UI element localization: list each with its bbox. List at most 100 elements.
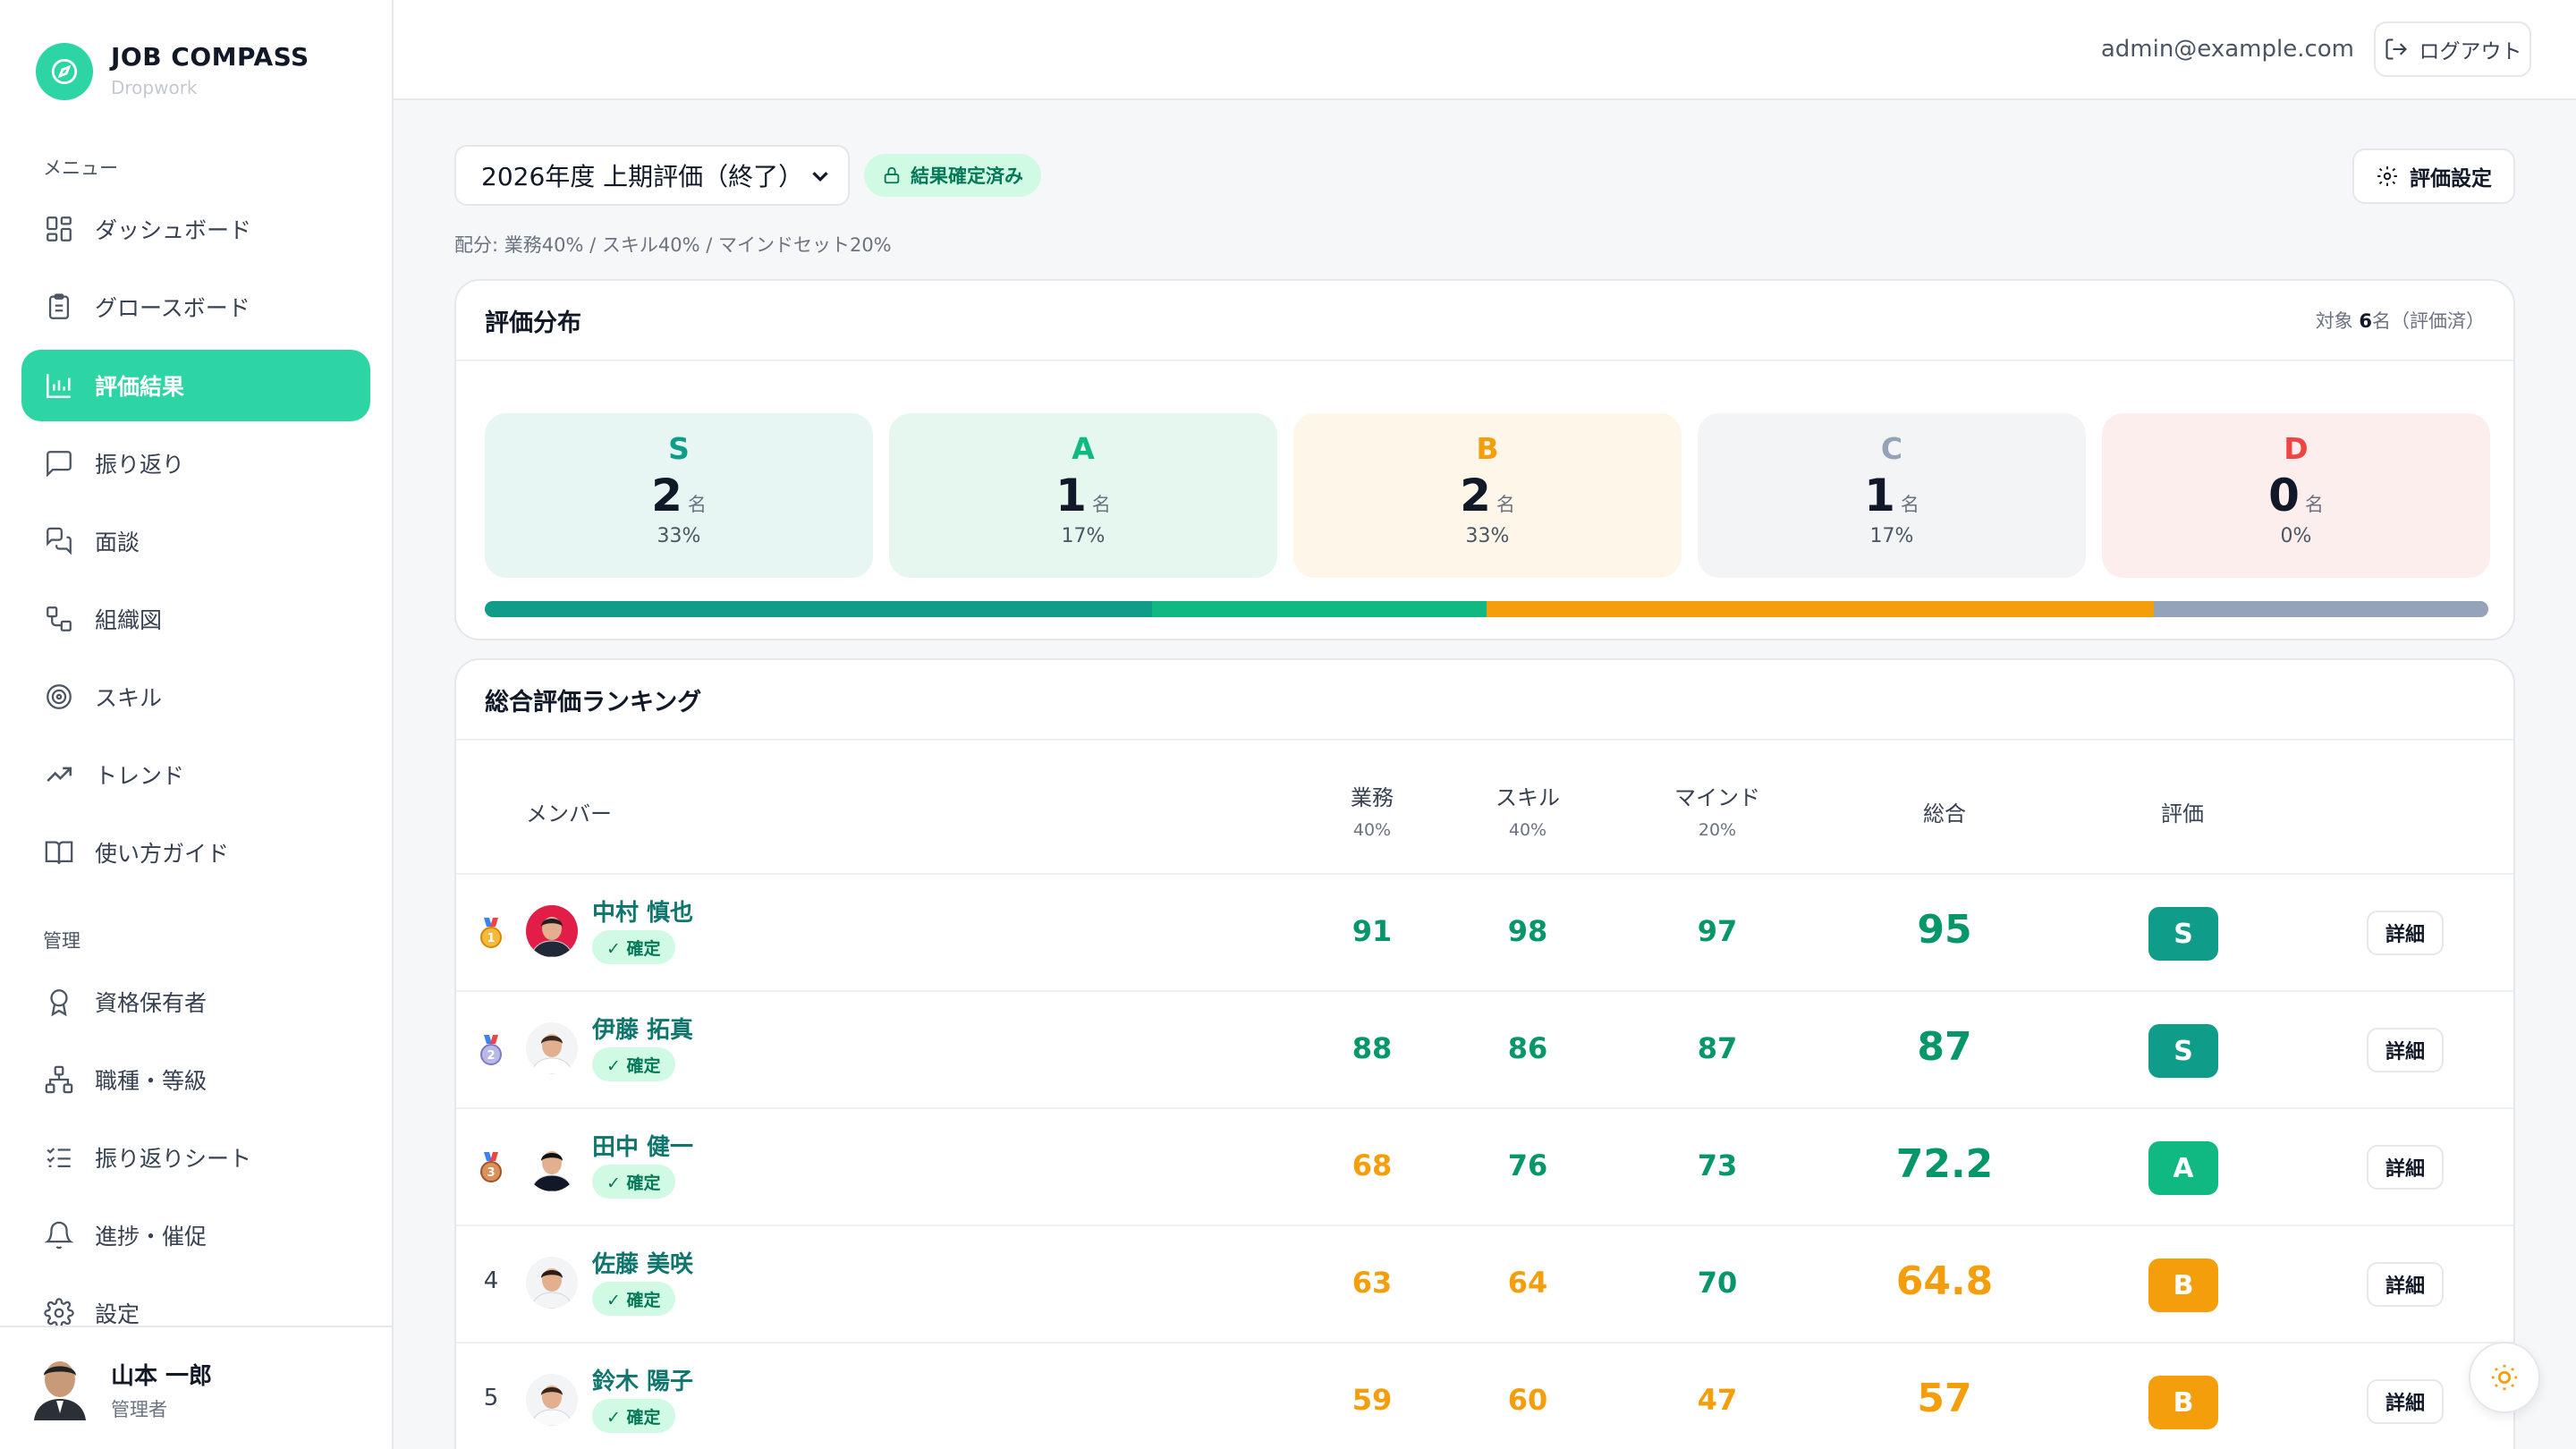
grade-letter: C [1880, 431, 1903, 466]
sidebar-item-reflection[interactable]: 振り返り [21, 428, 370, 499]
theme-toggle-button[interactable] [2469, 1342, 2540, 1413]
skill-score: 86 [1507, 1031, 1548, 1065]
chevron-down-icon [807, 163, 834, 196]
detail-button[interactable]: 詳細 [2367, 1379, 2444, 1424]
sidebar-item-orgchart[interactable]: 組織図 [21, 583, 370, 655]
sidebar-item-label: トレンド [95, 763, 185, 789]
admin-section-label: 管理 [43, 930, 80, 952]
sidebar-item-label: 設定 [95, 1301, 140, 1327]
user-email: admin@example.com [2100, 36, 2354, 63]
column-mind: マインド 20% [1674, 785, 1760, 840]
grade-count: 1名 [1055, 470, 1111, 521]
sidebar-item-trends[interactable]: トレンド [21, 739, 370, 810]
detail-button[interactable]: 詳細 [2367, 1028, 2444, 1072]
sidebar-item-label: スキル [95, 685, 163, 711]
grade-percent: 17% [1869, 525, 1914, 547]
user-profile[interactable]: 山本 一郎 管理者 [0, 1326, 392, 1449]
grade-badge: S [2148, 1024, 2218, 1078]
member-name[interactable]: 鈴木 陽子 [592, 1363, 693, 1396]
sidebar-item-label: グロースボード [95, 295, 250, 321]
total-score: 87 [1917, 1024, 1972, 1070]
member-name[interactable]: 伊藤 拓真 [592, 1012, 693, 1045]
skill-score: 64 [1507, 1266, 1548, 1300]
avatar [526, 1140, 578, 1191]
grade-letter: A [1072, 431, 1095, 466]
sun-icon [2491, 1364, 2518, 1391]
evaluation-settings-label: 評価設定 [2410, 167, 2492, 191]
detail-button[interactable]: 詳細 [2367, 1145, 2444, 1190]
distribution-meta: 対象 6名（評価済） [2315, 310, 2485, 332]
grade-letter: S [668, 431, 690, 466]
distribution-segment-a [1151, 601, 1487, 617]
work-score: 63 [1352, 1266, 1393, 1300]
brand-subtitle: Dropwork [111, 77, 198, 98]
mind-score: 97 [1697, 914, 1738, 948]
grade-box-d: D 0 名 0% [2102, 413, 2490, 578]
sidebar-item-guide[interactable]: 使い方ガイド [21, 817, 370, 888]
sidebar-item-progress[interactable]: 進捗・催促 [21, 1199, 370, 1271]
mind-score: 73 [1697, 1148, 1738, 1182]
column-work: 業務 40% [1351, 785, 1394, 840]
sidebar-item-growthboard[interactable]: グロースボード [21, 271, 370, 343]
column-total: 総合 [1923, 801, 1966, 826]
confirmed-badge: ✓ 確定 [592, 1165, 675, 1199]
evaluation-settings-button[interactable]: 評価設定 [2352, 148, 2515, 204]
sidebar-item-certificates[interactable]: 資格保有者 [21, 966, 370, 1038]
total-score: 57 [1917, 1376, 1972, 1421]
member-name[interactable]: 田中 健一 [592, 1129, 693, 1162]
sidebar-item-skills[interactable]: スキル [21, 661, 370, 733]
mind-score: 87 [1697, 1031, 1738, 1065]
table-row: 4 佐藤 美咲 ✓ 確定 63 64 70 64.8 B 詳細 [456, 1226, 2513, 1343]
sidebar-item-label: 組織図 [95, 607, 163, 633]
grade-box-a: A 1 名 17% [889, 413, 1277, 578]
brand-title: JOB COMPASS [111, 42, 309, 72]
mind-score: 47 [1697, 1383, 1738, 1417]
total-score: 64.8 [1895, 1258, 1994, 1304]
menu-section-label: メニュー [43, 157, 118, 179]
detail-button[interactable]: 詳細 [2367, 1262, 2444, 1307]
dashboard-icon [43, 213, 75, 245]
table-row: 3 田中 健一 ✓ 確定 68 76 73 72.2 A 詳細 [456, 1109, 2513, 1226]
trending-up-icon [43, 758, 75, 791]
medal-icon: 1 [480, 918, 502, 948]
column-skill: スキル 40% [1496, 785, 1560, 840]
sidebar-item-label: 職種・等級 [95, 1068, 208, 1094]
sidebar-item-interview[interactable]: 面談 [21, 505, 370, 577]
sidebar-item-label: 評価結果 [95, 374, 185, 400]
table-row: 2 伊藤 拓真 ✓ 確定 88 86 87 87 S 詳細 [456, 992, 2513, 1109]
message-square-icon [43, 447, 75, 479]
total-score: 95 [1917, 907, 1972, 953]
grade-badge: A [2148, 1141, 2218, 1195]
brand[interactable]: JOB COMPASS Dropwork [36, 41, 309, 100]
sidebar-item-dashboard[interactable]: ダッシュボード [21, 193, 370, 265]
bell-icon [43, 1219, 75, 1251]
grade-percent: 33% [657, 525, 701, 547]
work-score: 68 [1352, 1148, 1393, 1182]
skill-score: 60 [1507, 1383, 1548, 1417]
ranking-card: 総合評価ランキング メンバー 業務 40% スキル 40% マインド 20% 総合 評… [454, 658, 2515, 1449]
svg-text:1: 1 [487, 932, 495, 945]
table-header: メンバー 業務 40% スキル 40% マインド 20% 総合 評価 [456, 741, 2513, 875]
confirmed-badge: ✓ 確定 [592, 930, 675, 964]
logout-button[interactable]: ログアウト [2374, 21, 2531, 77]
work-score: 91 [1352, 914, 1393, 948]
sidebar-item-label: 振り返り [95, 452, 185, 478]
status-badge-label: 結果確定済み [911, 165, 1023, 187]
sidebar-item-job-grades[interactable]: 職種・等級 [21, 1044, 370, 1115]
avatar [526, 1022, 578, 1074]
table-row: 1 中村 慎也 ✓ 確定 91 98 97 95 S 詳細 [456, 875, 2513, 992]
member-name[interactable]: 佐藤 美咲 [592, 1246, 693, 1279]
hierarchy-icon [43, 1063, 75, 1096]
distribution-bar [485, 601, 2488, 617]
member-name[interactable]: 中村 慎也 [592, 894, 693, 928]
sidebar-item-reflection-sheet[interactable]: 振り返りシート [21, 1122, 370, 1193]
checklist-icon [43, 1141, 75, 1174]
sidebar-item-label: 資格保有者 [95, 990, 208, 1016]
lock-icon [884, 166, 900, 184]
sidebar-item-results[interactable]: 評価結果 [21, 350, 370, 421]
detail-button[interactable]: 詳細 [2367, 911, 2444, 955]
period-select[interactable]: 2026年度 上期評価（終了） [454, 145, 850, 206]
grade-box-s: S 2 名 33% [485, 413, 873, 578]
book-icon [43, 836, 75, 869]
svg-text:2: 2 [487, 1049, 495, 1063]
